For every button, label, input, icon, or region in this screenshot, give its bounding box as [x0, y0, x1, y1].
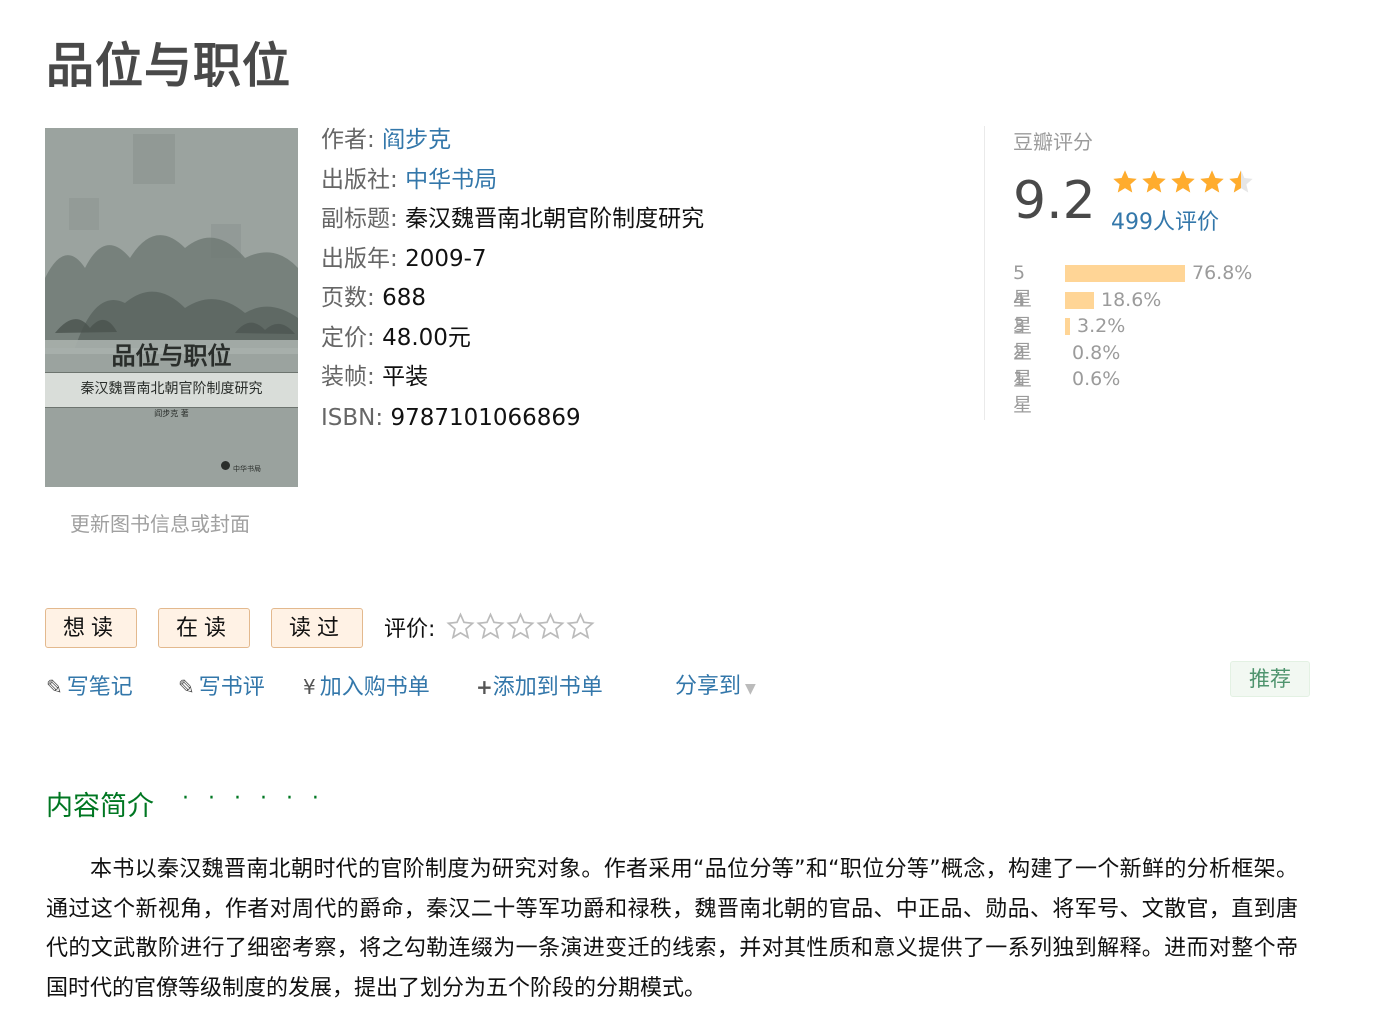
add-to-booklist-label: 添加到书单 [492, 675, 603, 700]
plus-icon: + [476, 675, 493, 699]
user-rating-stars[interactable] [446, 612, 596, 645]
rate-star-icon[interactable] [566, 612, 595, 641]
info-isbn-value: 9787101066869 [390, 405, 581, 431]
chevron-down-icon: ▼ [745, 681, 756, 697]
rating-panel: 豆瓣评分 9.2 499人评价 5星 76.8% 4星 18.6% 3星 3.2% 2星 0.… [984, 126, 1275, 420]
intro-text: 本书以秦汉魏晋南北朝时代的官阶制度为研究对象。作者采用“品位分等”和“职位分等”… [46, 857, 1298, 1001]
rating-star-icon [1142, 170, 1166, 193]
cover-publisher: 中华书局 [233, 465, 261, 473]
reading-button[interactable]: 在读 [158, 608, 250, 648]
info-subtitle-label: 副标题: [321, 206, 398, 232]
rate-star-icon[interactable] [476, 612, 505, 641]
publisher-link[interactable]: 中华书局 [405, 167, 497, 193]
info-price-value: 48.00元 [382, 325, 471, 351]
rate-star-icon[interactable] [446, 612, 475, 641]
info-year-value: 2009-7 [405, 246, 487, 272]
cover-title: 品位与职位 [111, 341, 232, 370]
info-publisher-label: 出版社: [321, 167, 398, 193]
cover-subtitle: 秦汉魏晋南北朝官阶制度研究 [80, 381, 263, 397]
info-author-label: 作者: [321, 127, 375, 153]
rating-count-link[interactable]: 499人评价 [1111, 204, 1219, 236]
rating-caption: 豆瓣评分 [1013, 130, 1093, 154]
page-title: 品位与职位 [46, 38, 292, 94]
info-author: 作者: 阎步克 [321, 122, 451, 158]
info-publisher: 出版社: 中华书局 [321, 162, 497, 198]
info-year-label: 出版年: [321, 246, 398, 272]
want-to-read-button[interactable]: 想读 [45, 608, 137, 648]
info-binding-label: 装帧: [321, 364, 375, 390]
info-binding-value: 平装 [382, 364, 429, 390]
info-binding: 装帧: 平装 [321, 359, 428, 395]
rating-star-icon [1113, 170, 1137, 193]
write-review-label: 写书评 [198, 675, 265, 700]
rating-star-icon [1229, 170, 1253, 193]
add-to-cart-label: 加入购书单 [319, 675, 430, 700]
cover-author: 阎步克 著 [154, 409, 189, 418]
rating-percent: 0.8% [1072, 341, 1121, 364]
info-subtitle: 副标题: 秦汉魏晋南北朝官阶制度研究 [321, 201, 704, 237]
have-read-button[interactable]: 读过 [271, 608, 363, 648]
rating-star-level: 1星 [1013, 368, 1033, 416]
rating-bar [1065, 318, 1070, 335]
pencil-icon: ✎ [46, 675, 63, 699]
rate-star-icon[interactable] [506, 612, 535, 641]
rating-star-icon [1200, 170, 1224, 193]
yen-icon: ¥ [303, 675, 316, 699]
add-to-booklist-link[interactable]: +添加到书单 [476, 672, 603, 703]
book-cover[interactable]: 品位与职位 秦汉魏晋南北朝官阶制度研究 阎步克 著 中华书局 [45, 128, 298, 487]
rating-stars [1111, 168, 1256, 198]
pencil-icon: ✎ [178, 675, 195, 699]
info-pages: 页数: 688 [321, 280, 426, 316]
intro-dots: · · · · · · [182, 786, 325, 811]
rate-star-icon[interactable] [536, 612, 565, 641]
rating-bar [1065, 291, 1094, 309]
info-isbn: ISBN: 9787101066869 [321, 400, 581, 436]
info-subtitle-value: 秦汉魏晋南北朝官阶制度研究 [405, 206, 705, 232]
write-note-link[interactable]: ✎ 写笔记 [46, 672, 133, 703]
rating-score: 9.2 [1013, 171, 1096, 231]
intro-heading: 内容简介 [46, 791, 154, 822]
recommend-button[interactable]: 推荐 [1230, 661, 1310, 697]
add-to-cart-link[interactable]: ¥ 加入购书单 [303, 672, 430, 703]
rate-label: 评价: [384, 617, 436, 642]
rating-percent: 76.8% [1192, 262, 1253, 284]
info-price-label: 定价: [321, 325, 375, 351]
author-link[interactable]: 阎步克 [382, 127, 451, 153]
rating-star-icon [1171, 170, 1195, 193]
info-isbn-label: ISBN: [321, 405, 384, 431]
share-dropdown[interactable]: 分享到 ▼ [675, 672, 756, 704]
rating-bar [1065, 265, 1185, 282]
share-label: 分享到 [675, 674, 742, 699]
cover-landscape-art [45, 128, 298, 487]
write-note-label: 写笔记 [66, 675, 133, 700]
rating-percent: 18.6% [1101, 288, 1162, 311]
info-pages-value: 688 [382, 285, 426, 311]
info-price: 定价: 48.00元 [321, 320, 471, 356]
publisher-logo-icon [221, 461, 230, 470]
rating-percent: 0.6% [1072, 368, 1121, 390]
info-pages-label: 页数: [321, 285, 375, 311]
info-year: 出版年: 2009-7 [321, 241, 487, 277]
rating-percent: 3.2% [1077, 315, 1126, 337]
write-review-link[interactable]: ✎ 写书评 [178, 672, 265, 703]
update-book-info-link[interactable]: 更新图书信息或封面 [70, 508, 250, 537]
